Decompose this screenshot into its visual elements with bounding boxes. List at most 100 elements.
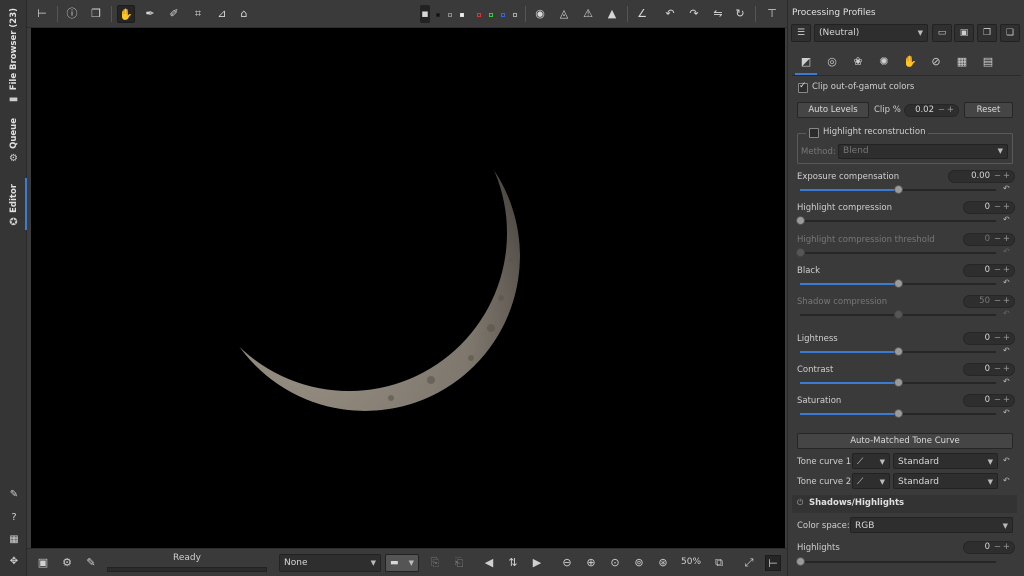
flip-v-icon[interactable]: ↻: [731, 5, 749, 23]
tab-file-browser[interactable]: File Browser (23) ▬: [4, 8, 23, 105]
saturation-spinner[interactable]: 0− +: [963, 394, 1015, 407]
sync-icon[interactable]: ⇅: [505, 555, 521, 571]
clip-percent-spinner[interactable]: 0.02 − +: [904, 104, 959, 117]
power-icon[interactable]: ⏻: [797, 498, 803, 508]
color-picker-icon[interactable]: ✒: [141, 5, 159, 23]
warning-icon[interactable]: ▲: [603, 5, 621, 23]
minus-icon[interactable]: −: [994, 265, 1001, 276]
tab-editor[interactable]: Editor ✪: [4, 178, 27, 230]
bg-white-swatch[interactable]: [460, 13, 464, 17]
plus-icon[interactable]: +: [1003, 234, 1010, 245]
reset-button[interactable]: Reset: [964, 102, 1013, 118]
paste-profile-icon[interactable]: ❏: [1000, 24, 1020, 42]
tab-advanced-icon[interactable]: ✺: [876, 54, 892, 70]
new-detail-window-icon[interactable]: ⧉: [711, 555, 727, 571]
highlights-spinner[interactable]: 0 − +: [963, 541, 1015, 554]
plus-icon[interactable]: +: [1003, 202, 1010, 213]
slider-knob[interactable]: [796, 248, 805, 257]
slider-knob[interactable]: [796, 216, 805, 225]
hand-icon[interactable]: ✋: [117, 5, 135, 23]
channel-luminance-icon[interactable]: [513, 13, 517, 17]
plus-icon[interactable]: +: [1003, 265, 1010, 276]
plus-icon[interactable]: +: [1003, 171, 1010, 182]
bg-grey-swatch[interactable]: [448, 13, 452, 17]
histogram-icon[interactable]: ∠: [633, 5, 651, 23]
flip-h-icon[interactable]: ⇋: [709, 5, 727, 23]
reset-icon[interactable]: ↶: [1003, 247, 1010, 256]
color-space-combo[interactable]: RGB ▼: [850, 517, 1013, 533]
color-label-combo[interactable]: ▬ ▼: [385, 554, 419, 572]
paste-icon[interactable]: ⎗: [451, 555, 467, 571]
shadow-compression-slider[interactable]: [800, 310, 996, 319]
minus-icon[interactable]: −: [994, 364, 1001, 375]
slider-knob[interactable]: [894, 347, 903, 356]
image-preview[interactable]: [31, 28, 785, 548]
tone-curve-1-type-combo[interactable]: ⟋ ▼: [852, 453, 890, 469]
channel-green-icon[interactable]: [489, 13, 493, 17]
straighten-icon[interactable]: ⊿: [213, 5, 231, 23]
tab-color-icon[interactable]: ❀: [850, 54, 866, 70]
minus-icon[interactable]: −: [994, 542, 1001, 553]
tone-curve-2-type-combo[interactable]: ⟋ ▼: [852, 473, 890, 489]
highlight-compression-threshold-slider[interactable]: [796, 248, 996, 257]
previous-image-icon[interactable]: ◀: [481, 555, 497, 571]
copy-profile-icon[interactable]: ❐: [977, 24, 997, 42]
channel-blue-icon[interactable]: [501, 13, 505, 17]
minus-icon[interactable]: −: [994, 333, 1001, 344]
tone-curve-1-mode-combo[interactable]: Standard ▼: [893, 453, 998, 469]
shadow-clip-icon[interactable]: ◬: [555, 5, 573, 23]
tab-raw-icon[interactable]: ▦: [954, 54, 970, 70]
reset-icon[interactable]: ↶: [1003, 215, 1010, 224]
contrast-slider[interactable]: [800, 378, 996, 387]
right-panel-toggle-icon[interactable]: ⊢: [765, 555, 781, 571]
reset-icon[interactable]: ↶: [1003, 456, 1010, 465]
reset-icon[interactable]: ↶: [1003, 309, 1010, 318]
clip-gamut-checkbox[interactable]: [798, 81, 808, 93]
plus-icon[interactable]: +: [1003, 395, 1010, 406]
tab-metadata-icon[interactable]: ▤: [980, 54, 996, 70]
external-editor-icon[interactable]: ✎: [83, 555, 99, 571]
bg-black-swatch[interactable]: [436, 13, 440, 17]
reset-icon[interactable]: ↶: [1003, 476, 1010, 485]
contrast-spinner[interactable]: 0− +: [963, 363, 1015, 376]
preview-background-icon[interactable]: ▪: [420, 5, 430, 23]
exposure-compensation-slider[interactable]: [800, 185, 996, 194]
slider-knob[interactable]: [894, 378, 903, 387]
panel-toggle-right-icon[interactable]: ⊤: [763, 5, 781, 23]
lightness-spinner[interactable]: 0− +: [963, 332, 1015, 345]
info-icon[interactable]: ⓘ: [63, 5, 81, 23]
tab-exposure-icon[interactable]: ◩: [795, 54, 817, 75]
reset-icon[interactable]: ↶: [1003, 278, 1010, 287]
reset-icon[interactable]: ↶: [1003, 377, 1010, 386]
slider-knob[interactable]: [796, 557, 805, 566]
slider-knob[interactable]: [894, 185, 903, 194]
queue-add-icon[interactable]: ⚙: [59, 555, 75, 571]
open-profile-icon[interactable]: ▭: [932, 24, 952, 42]
highlights-slider[interactable]: [796, 557, 996, 566]
zoom-100-icon[interactable]: ⊛: [655, 555, 671, 571]
zoom-in-icon[interactable]: ⊕: [583, 555, 599, 571]
highlight-compression-spinner[interactable]: 0− +: [963, 201, 1015, 214]
fullscreen-move-icon[interactable]: ✥: [7, 555, 21, 569]
black-slider[interactable]: [800, 279, 996, 288]
processing-profile-combo[interactable]: (Neutral) ▼: [814, 24, 928, 42]
zoom-fit-crop-icon[interactable]: ⊚: [631, 555, 647, 571]
rotate-left-icon[interactable]: ↶: [661, 5, 679, 23]
auto-levels-button[interactable]: Auto Levels: [797, 102, 869, 118]
tab-detail-icon[interactable]: ◎: [824, 54, 840, 70]
grid-icon[interactable]: ▦: [7, 533, 21, 547]
perspective-icon[interactable]: ⌂: [235, 5, 253, 23]
slider-knob[interactable]: [894, 310, 903, 319]
highlight-compression-slider[interactable]: [796, 216, 996, 225]
reset-icon[interactable]: ↶: [1003, 346, 1010, 355]
minus-icon[interactable]: −: [994, 234, 1001, 245]
zoom-out-icon[interactable]: ⊖: [559, 555, 575, 571]
copy-icon[interactable]: ⎘: [427, 555, 443, 571]
plus-icon[interactable]: +: [1003, 542, 1010, 553]
minus-icon[interactable]: −: [994, 202, 1001, 213]
minus-icon[interactable]: −: [938, 105, 945, 116]
snapshot-profile-combo[interactable]: None ▼: [279, 554, 381, 572]
method-combo[interactable]: Blend ▼: [838, 144, 1008, 159]
slider-knob[interactable]: [894, 409, 903, 418]
profile-list-icon[interactable]: ☰: [791, 24, 811, 42]
